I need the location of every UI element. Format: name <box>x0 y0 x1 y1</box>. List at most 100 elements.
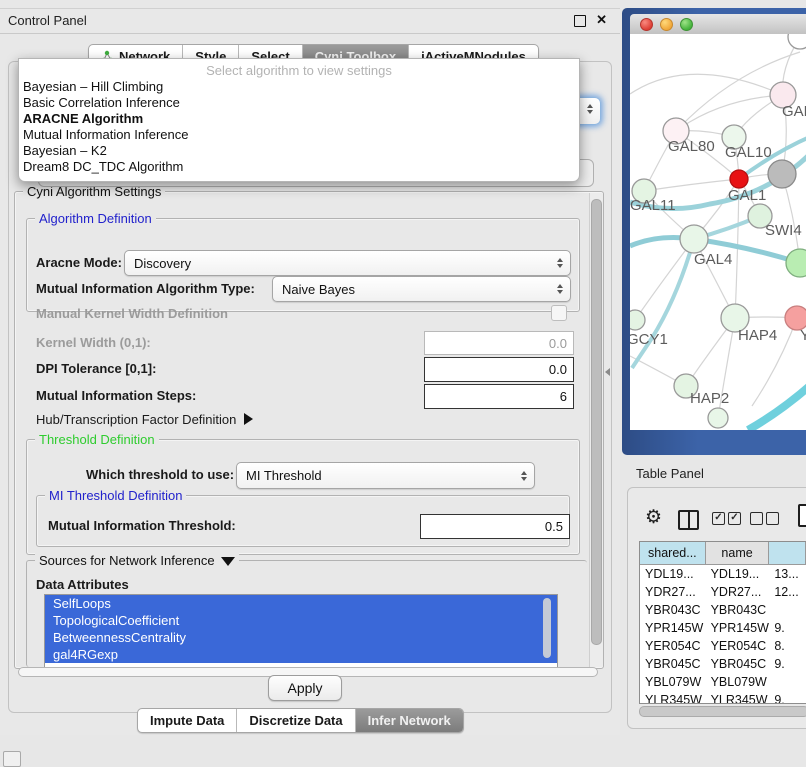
tab-label: Infer Network <box>368 713 451 728</box>
apply-button[interactable]: Apply <box>268 675 342 701</box>
float-window-icon[interactable] <box>574 15 586 27</box>
checked-checkbox-icon[interactable]: ✓ <box>712 512 725 525</box>
table-cell: YDR27... <box>706 583 770 601</box>
table-row[interactable]: YBR043CYBR043C <box>640 601 806 619</box>
minimize-traffic-light-icon[interactable] <box>660 18 673 31</box>
algorithm-menu-item[interactable]: ARACNE Algorithm <box>19 111 579 127</box>
attribute-list-item[interactable]: TopologicalCoefficient <box>45 612 557 629</box>
threshold-definition-title: Threshold Definition <box>35 432 159 447</box>
table-cell: YER054C <box>640 637 706 655</box>
collapse-down-icon <box>221 557 235 566</box>
table-row[interactable]: YBR045CYBR045C9. <box>640 655 806 673</box>
table-cell: YBL079W <box>706 673 770 691</box>
node-label: SWI4 <box>765 222 802 239</box>
algorithm-menu-item[interactable]: Bayesian – K2 <box>19 143 579 159</box>
dock-panel-icon[interactable] <box>3 751 21 767</box>
tab-infer-network[interactable]: Infer Network <box>356 709 463 732</box>
node-label: GCY1 <box>630 331 668 348</box>
network-node[interactable] <box>768 160 796 188</box>
table-column-header[interactable]: name <box>706 542 770 564</box>
algorithm-definition-title: Algorithm Definition <box>35 211 156 226</box>
node-table[interactable]: shared...nameYDL19...YDL19...13...YDR27.… <box>639 541 806 704</box>
kernel-width-value: 0.0 <box>549 336 567 351</box>
table-cell: 8. <box>769 637 806 655</box>
unchecked-checkbox-icon[interactable] <box>766 512 779 525</box>
which-threshold-label: Which threshold to use: <box>86 467 234 482</box>
manual-kernel-checkbox[interactable] <box>551 305 567 321</box>
control-panel-titlebar: Control Panel ✕ <box>0 9 620 34</box>
split-columns-icon[interactable] <box>678 510 699 530</box>
mi-type-combo[interactable]: Naive Bayes <box>272 276 571 302</box>
unchecked-checkbox-icon[interactable] <box>750 512 763 525</box>
table-row[interactable]: YDR27...YDR27...12... <box>640 583 806 601</box>
table-cell: YBL079W <box>640 673 706 691</box>
mi-threshold-value: 0.5 <box>545 519 563 534</box>
mi-threshold-group-title: MI Threshold Definition <box>45 488 186 503</box>
network-node[interactable] <box>730 170 748 188</box>
table-cell: 12... <box>769 583 806 601</box>
attribute-list-item[interactable]: gal4RGexp <box>45 646 557 663</box>
settings-scrollbar-thumb[interactable] <box>591 199 602 645</box>
network-node[interactable] <box>708 408 728 428</box>
table-row[interactable]: YPR145WYPR145W9. <box>640 619 806 637</box>
combo-arrows-icon <box>557 258 563 268</box>
which-threshold-combo[interactable]: MI Threshold <box>236 462 535 489</box>
hub-definition-toggle[interactable]: Hub/Transcription Factor Definition <box>36 412 253 427</box>
close-icon[interactable]: ✕ <box>596 12 607 28</box>
table-column-header[interactable]: shared... <box>640 542 706 564</box>
checked-checkbox-icon[interactable]: ✓ <box>728 512 741 525</box>
network-node[interactable] <box>630 310 645 330</box>
tab-discretize-data[interactable]: Discretize Data <box>237 709 355 732</box>
table-cell: YDL19... <box>706 565 770 583</box>
aracne-mode-label: Aracne Mode: <box>36 255 122 270</box>
document-icon[interactable] <box>798 504 806 527</box>
close-traffic-light-icon[interactable] <box>640 18 653 31</box>
node-label: HAP4 <box>738 327 777 344</box>
sources-group-title[interactable]: Sources for Network Inference <box>35 553 239 568</box>
mi-steps-value: 6 <box>560 389 567 404</box>
network-node[interactable] <box>680 225 708 253</box>
control-panel-window: Control Panel ✕ NetworkStyleSelectCyni T… <box>0 8 620 735</box>
sources-title-text: Sources for Network Inference <box>39 553 215 568</box>
algorithm-menu-item[interactable]: Bayesian – Hill Climbing <box>19 79 579 95</box>
attribute-list-item[interactable]: SelfLoops <box>45 595 557 612</box>
zoom-traffic-light-icon[interactable] <box>680 18 693 31</box>
combo-arrows-icon <box>587 104 593 114</box>
splitpane-collapse-icon[interactable] <box>605 368 610 376</box>
algorithm-menu-item[interactable]: Mutual Information Inference <box>19 127 579 143</box>
algorithm-dropdown-popup: Select algorithm to view settings Bayesi… <box>18 58 580 182</box>
algorithm-menu-item[interactable]: Basic Correlation Inference <box>19 95 579 111</box>
table-cell: 9. <box>769 691 806 704</box>
mi-threshold-field[interactable]: 0.5 <box>420 514 570 539</box>
kernel-width-field[interactable]: 0.0 <box>424 331 574 355</box>
combo-arrows-icon <box>557 284 563 294</box>
manual-kernel-label: Manual Kernel Width Definition <box>36 306 228 321</box>
tab-impute-data[interactable]: Impute Data <box>138 709 237 732</box>
table-row[interactable]: YDL19...YDL19...13... <box>640 565 806 583</box>
table-horizontal-scrollbar[interactable] <box>639 706 806 717</box>
table-column-header[interactable] <box>769 542 806 564</box>
mi-steps-field[interactable]: 6 <box>424 384 574 409</box>
network-graph[interactable]: GALGAL80GAL10GAL1GAL11SWI4GAL4GCY1HAP4YH… <box>630 34 806 430</box>
network-node[interactable] <box>786 249 806 277</box>
network-window-titlebar[interactable] <box>630 14 806 35</box>
gear-icon[interactable]: ⚙ <box>645 506 662 529</box>
dpi-tolerance-field[interactable]: 0.0 <box>424 357 574 382</box>
network-node[interactable] <box>788 34 806 49</box>
popup-prompt: Select algorithm to view settings <box>19 63 579 79</box>
network-canvas[interactable]: GALGAL80GAL10GAL1GAL11SWI4GAL4GCY1HAP4YH… <box>630 34 806 430</box>
table-row[interactable]: YBL079WYBL079W <box>640 673 806 691</box>
list-scrollbar-thumb[interactable] <box>543 598 551 658</box>
table-cell: YDL19... <box>640 565 706 583</box>
node-label: GAL1 <box>728 187 766 204</box>
table-row[interactable]: YER054CYER054C8. <box>640 637 806 655</box>
algorithm-menu-item[interactable]: Dream8 DC_TDC Algorithm <box>19 159 579 175</box>
aracne-mode-combo[interactable]: Discovery <box>124 250 571 276</box>
dpi-tolerance-label: DPI Tolerance [0,1]: <box>36 361 156 376</box>
table-cell: YLR345W <box>706 691 770 704</box>
data-attributes-list[interactable]: SelfLoopsTopologicalCoefficientBetweenne… <box>44 594 558 668</box>
node-label: GAL11 <box>630 197 676 214</box>
attribute-list-item[interactable]: BetweennessCentrality <box>45 629 557 646</box>
table-row[interactable]: YLR345WYLR345W9. <box>640 691 806 704</box>
node-label: Y <box>800 327 806 344</box>
